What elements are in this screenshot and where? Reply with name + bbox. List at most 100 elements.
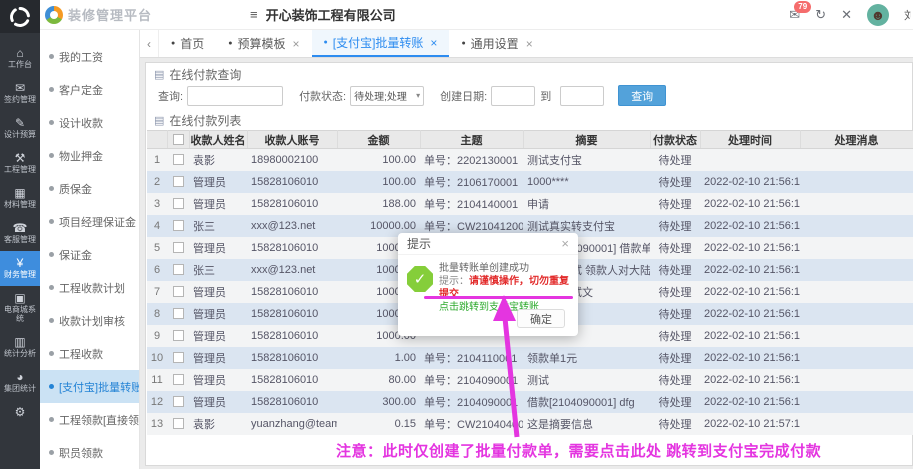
- row-checkbox[interactable]: [173, 352, 184, 363]
- annotation-note: 注意：此时仅创建了批量付款单，需要点击此处 跳转到支付宝完成付款: [336, 440, 821, 461]
- app-logo[interactable]: [0, 0, 40, 33]
- sidebar-item-11[interactable]: [支付宝]批量转账: [40, 370, 139, 403]
- row-index: 11: [147, 369, 167, 391]
- sidebar-item-7[interactable]: 保证金: [40, 238, 139, 271]
- row-checkbox[interactable]: [173, 198, 184, 209]
- rail-item-11[interactable]: ⚙: [0, 400, 40, 426]
- messages-button[interactable]: ✉79: [789, 7, 800, 23]
- tab-3[interactable]: ●[支付宝]批量转账×: [312, 30, 450, 57]
- rail-item-6[interactable]: ☎客服管理: [0, 216, 40, 251]
- payee-name: 张三: [189, 215, 247, 237]
- user-avatar[interactable]: ☻: [867, 4, 889, 26]
- sidebar-item-12[interactable]: 工程领款[直接领款]: [40, 403, 139, 436]
- process-message: [800, 171, 913, 193]
- rail-item-7[interactable]: ¥财务管理: [0, 251, 40, 286]
- rail-icon-3: ✎: [15, 117, 25, 130]
- amount: 80.00: [337, 369, 420, 391]
- sidebar-item-8[interactable]: 工程收款计划: [40, 271, 139, 304]
- date-to-input[interactable]: [560, 86, 604, 106]
- sidebar-item-10[interactable]: 工程收款: [40, 337, 139, 370]
- sidebar-item-1[interactable]: 我的工资: [40, 40, 139, 73]
- table-row[interactable]: 12管理员15828106010300.00单号：2104090001借款[21…: [147, 391, 913, 413]
- create-date-label: 创建日期:: [440, 88, 487, 104]
- rail-item-1[interactable]: ⌂工作台: [0, 41, 40, 76]
- row-checkbox-cell: [167, 347, 189, 369]
- query-button[interactable]: 查询: [618, 85, 666, 106]
- rail-item-8[interactable]: ▣电商城系统: [0, 286, 40, 330]
- row-checkbox-cell: [167, 149, 189, 171]
- status-select[interactable]: 待处理;处理 ▾: [350, 86, 424, 106]
- subject: 单号：2104090001: [420, 369, 523, 391]
- row-checkbox[interactable]: [173, 176, 184, 187]
- sidebar-item-3[interactable]: 设计收款: [40, 106, 139, 139]
- process-time: 2022-02-10 21:56:18: [700, 303, 800, 325]
- rail-icon-9: ▥: [14, 336, 25, 349]
- row-index: 2: [147, 171, 167, 193]
- rail-item-9[interactable]: ▥统计分析: [0, 330, 40, 365]
- select-all-checkbox[interactable]: [173, 134, 184, 145]
- tab-close-icon[interactable]: ×: [526, 37, 533, 51]
- row-checkbox[interactable]: [173, 374, 184, 385]
- company-title: 开心装饰工程有限公司: [266, 5, 396, 24]
- sidebar-item-9[interactable]: 收款计划审核: [40, 304, 139, 337]
- table-row[interactable]: 2管理员15828106010100.00单号：21061700011000**…: [147, 171, 913, 193]
- section-icon: ▤: [154, 114, 164, 127]
- process-time: 2022-02-10 21:56:18: [700, 193, 800, 215]
- row-checkbox[interactable]: [173, 286, 184, 297]
- row-checkbox[interactable]: [173, 418, 184, 429]
- fullscreen-close-icon[interactable]: ✕: [841, 7, 852, 23]
- row-checkbox[interactable]: [173, 396, 184, 407]
- payment-status: 待处理: [650, 237, 700, 259]
- payment-status: 待处理: [650, 259, 700, 281]
- table-row[interactable]: 1袁影18980002100100.00单号：2202130001测试支付宝待处…: [147, 149, 913, 171]
- rail-item-4[interactable]: ⚒工程管理: [0, 146, 40, 181]
- tab-1[interactable]: ●首页: [159, 30, 216, 57]
- rail-item-3[interactable]: ✎设计预算: [0, 111, 40, 146]
- rail-item-2[interactable]: ✉签约管理: [0, 76, 40, 111]
- subject: 单号：2104090001: [420, 391, 523, 413]
- row-index: 8: [147, 303, 167, 325]
- row-index: 12: [147, 391, 167, 413]
- table-row[interactable]: 10管理员158281060101.00单号：2104110001领款单1元待处…: [147, 347, 913, 369]
- bullet-icon: [49, 186, 54, 191]
- row-checkbox-cell: [167, 391, 189, 413]
- subject: 单号：2104140001: [420, 193, 523, 215]
- refresh-icon[interactable]: ↻: [815, 7, 826, 23]
- tabs-scroll-left-icon[interactable]: ‹: [140, 30, 159, 57]
- row-checkbox[interactable]: [173, 264, 184, 275]
- row-checkbox[interactable]: [173, 242, 184, 253]
- sidebar-item-4[interactable]: 物业押金: [40, 139, 139, 172]
- table-row[interactable]: 13袁影yuanzhang@teamsfy.com0.15单号：CW210404…: [147, 413, 913, 435]
- sidebar-item-label: 客户定金: [59, 82, 103, 98]
- rail-item-5[interactable]: ▦材料管理: [0, 181, 40, 216]
- dialog-close-icon[interactable]: ×: [561, 236, 569, 251]
- tab-2[interactable]: ●预算模板×: [216, 30, 311, 57]
- rail-item-10[interactable]: ◕集团统计: [0, 365, 40, 400]
- topbar: 装修管理平台 ≡ 开心装饰工程有限公司 ✉79 ↻ ✕ ☻ 刘: [40, 0, 913, 30]
- col-header-7: 摘要: [523, 131, 650, 149]
- sidebar-item-2[interactable]: 客户定金: [40, 73, 139, 106]
- dialog-body: ✓ 批量转账单创建成功 提示：请谨慎操作，切勿重复提交 点击跳转到支付宝转账: [398, 255, 578, 314]
- process-time: 2022-02-10 21:56:18: [700, 215, 800, 237]
- sidebar-item-6[interactable]: 项目经理保证金: [40, 205, 139, 238]
- row-index: 13: [147, 413, 167, 435]
- sidebar-item-13[interactable]: 职员领款: [40, 436, 139, 469]
- table-row[interactable]: 11管理员1582810601080.00单号：2104090001测试待处理2…: [147, 369, 913, 391]
- summary: 申请: [523, 193, 650, 215]
- dialog-ok-button[interactable]: 确定: [517, 309, 565, 328]
- tab-close-icon[interactable]: ×: [430, 36, 437, 50]
- payee-name: 管理员: [189, 347, 247, 369]
- date-from-input[interactable]: [491, 86, 535, 106]
- date-to-label: 到: [540, 88, 551, 104]
- row-checkbox[interactable]: [173, 330, 184, 341]
- search-input[interactable]: [187, 86, 283, 106]
- highlight-underline: [424, 296, 573, 299]
- tab-close-icon[interactable]: ×: [293, 37, 300, 51]
- row-checkbox[interactable]: [173, 308, 184, 319]
- row-checkbox[interactable]: [173, 220, 184, 231]
- collapse-menu-icon[interactable]: ≡: [250, 7, 258, 22]
- sidebar-item-5[interactable]: 质保金: [40, 172, 139, 205]
- tab-4[interactable]: ●通用设置×: [449, 30, 544, 57]
- row-checkbox[interactable]: [173, 154, 184, 165]
- table-row[interactable]: 3管理员15828106010188.00单号：2104140001申请待处理2…: [147, 193, 913, 215]
